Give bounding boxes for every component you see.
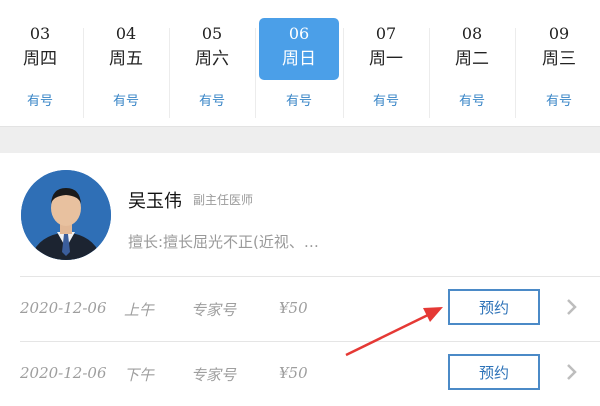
date-day: 03 [29,24,51,43]
slot-row: 2020-12-06 下午 专家号 ¥50 预约 [0,342,600,406]
doctor-specialty: 擅长:擅长屈光不正(近视、… [128,233,319,251]
date-weekday: 周四 [23,49,57,69]
date-status: 有号 [112,94,139,109]
date-day: 04 [115,24,137,43]
date-status: 有号 [285,94,312,109]
date-item-03[interactable]: 03 周四 [0,18,80,80]
date-day: 05 [201,24,223,43]
date-weekday: 周六 [195,49,229,69]
date-status: 有号 [458,94,485,109]
divider [169,28,170,118]
doctor-title: 副主任医师 [193,193,254,207]
divider [83,28,84,118]
divider [343,28,344,118]
doctor-photo-icon [21,170,111,260]
date-status: 有号 [545,94,572,109]
date-item-06[interactable]: 06 周日 [259,18,339,80]
date-item-05[interactable]: 05 周六 [172,18,252,80]
date-item-07[interactable]: 07 周一 [346,18,426,80]
date-day: 09 [548,24,570,43]
date-status: 有号 [26,94,53,109]
date-weekday: 周日 [282,49,316,69]
divider [255,28,256,118]
date-weekday: 周五 [109,49,143,69]
chevron-right-icon[interactable] [562,295,582,319]
date-item-09[interactable]: 09 周三 [519,18,599,80]
date-status: 有号 [372,94,399,109]
date-weekday: 周一 [369,49,403,69]
slot-period: 上午 [124,301,155,319]
date-item-04[interactable]: 04 周五 [86,18,166,80]
date-item-08[interactable]: 08 周二 [432,18,512,80]
date-status: 有号 [198,94,225,109]
date-day: 07 [375,24,397,43]
divider [515,28,516,118]
book-button[interactable]: 预约 [448,289,540,325]
doctor-avatar[interactable] [21,170,111,260]
book-button[interactable]: 预约 [448,354,540,390]
slot-date: 2020-12-06 [20,299,107,317]
date-weekday: 周二 [455,49,489,69]
doctor-card: 吴玉伟 副主任医师 擅长:擅长屈光不正(近视、… 2020-12-06 上午 专… [0,153,600,406]
date-day: 06 [288,24,310,43]
date-weekday: 周三 [542,49,576,69]
divider [429,28,430,118]
date-day: 08 [461,24,483,43]
date-selector: 03 周四 有号 04 周五 有号 05 周六 有号 06 周日 有号 07 周… [0,0,600,127]
slot-type: 专家号 [191,301,237,319]
slot-period: 下午 [124,366,155,384]
chevron-right-icon[interactable] [562,360,582,384]
slot-row: 2020-12-06 上午 专家号 ¥50 预约 [0,277,600,341]
slot-price: ¥50 [279,299,308,317]
doctor-name: 吴玉伟 [128,191,182,212]
slot-type: 专家号 [191,366,237,384]
slot-date: 2020-12-06 [20,364,107,382]
slot-price: ¥50 [279,364,308,382]
